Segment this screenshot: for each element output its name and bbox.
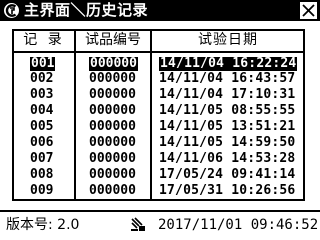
test-date: 14/11/05 13:51:21 [159, 119, 296, 134]
close-button[interactable] [300, 2, 317, 19]
table-row[interactable]: 001 000000 14/11/04 16:22:24 [0, 57, 320, 71]
record-number: 004 [30, 103, 54, 118]
record-number: 008 [30, 167, 54, 182]
version-label: 版本号: 2.0 [6, 217, 80, 233]
table-row[interactable]: 003 000000 14/11/04 17:10:31 [0, 88, 320, 102]
test-date: 17/05/24 09:41:14 [159, 167, 296, 182]
record-number: 007 [30, 151, 54, 166]
test-date: 14/11/04 16:22:24 [159, 56, 298, 71]
test-date: 14/11/05 14:59:50 [159, 135, 296, 150]
header-test-date: 试验日期 [198, 32, 258, 48]
test-date: 14/11/05 08:55:55 [159, 103, 296, 118]
table-row[interactable]: 004 000000 14/11/05 08:55:55 [0, 104, 320, 118]
sample-number: 000000 [89, 183, 136, 198]
test-date: 14/11/06 14:53:28 [159, 151, 296, 166]
sample-number: 000000 [89, 56, 138, 71]
record-number: 006 [30, 135, 54, 150]
record-number: 005 [30, 119, 54, 134]
sample-number: 000000 [89, 135, 136, 150]
record-number: 002 [30, 71, 54, 86]
title-bar: 主界面＼历史记录 [0, 0, 320, 21]
network-icon [131, 217, 145, 231]
sample-number: 000000 [89, 103, 136, 118]
test-date: 14/11/04 16:43:57 [159, 71, 296, 86]
table-row[interactable]: 009 000000 17/05/31 10:26:56 [0, 184, 320, 198]
sample-number: 000000 [89, 71, 136, 86]
datetime-display: 2017/11/01 09:46:52 [158, 217, 319, 233]
record-number: 001 [30, 56, 56, 71]
table-row[interactable]: 006 000000 14/11/05 14:59:50 [0, 136, 320, 150]
close-icon [302, 4, 315, 17]
record-number: 009 [30, 183, 54, 198]
header-sample-number: 试品编号 [85, 32, 141, 48]
sample-number: 000000 [89, 119, 136, 134]
sample-number: 000000 [89, 87, 136, 102]
record-number: 003 [30, 87, 54, 102]
sample-number: 000000 [89, 167, 136, 182]
table-row[interactable]: 002 000000 14/11/04 16:43:57 [0, 72, 320, 86]
instrument-logo-icon [4, 3, 19, 18]
header-record: 记 录 [23, 32, 65, 48]
header-divider [12, 51, 305, 53]
table-row[interactable]: 005 000000 14/11/05 13:51:21 [0, 120, 320, 134]
test-date: 14/11/04 17:10:31 [159, 87, 296, 102]
status-divider [0, 210, 320, 212]
table-row[interactable]: 007 000000 14/11/06 14:53:28 [0, 152, 320, 166]
sample-number: 000000 [89, 151, 136, 166]
table-row[interactable]: 008 000000 17/05/24 09:41:14 [0, 168, 320, 182]
test-date: 17/05/31 10:26:56 [159, 183, 296, 198]
window-title: 主界面＼历史记录 [24, 1, 149, 19]
